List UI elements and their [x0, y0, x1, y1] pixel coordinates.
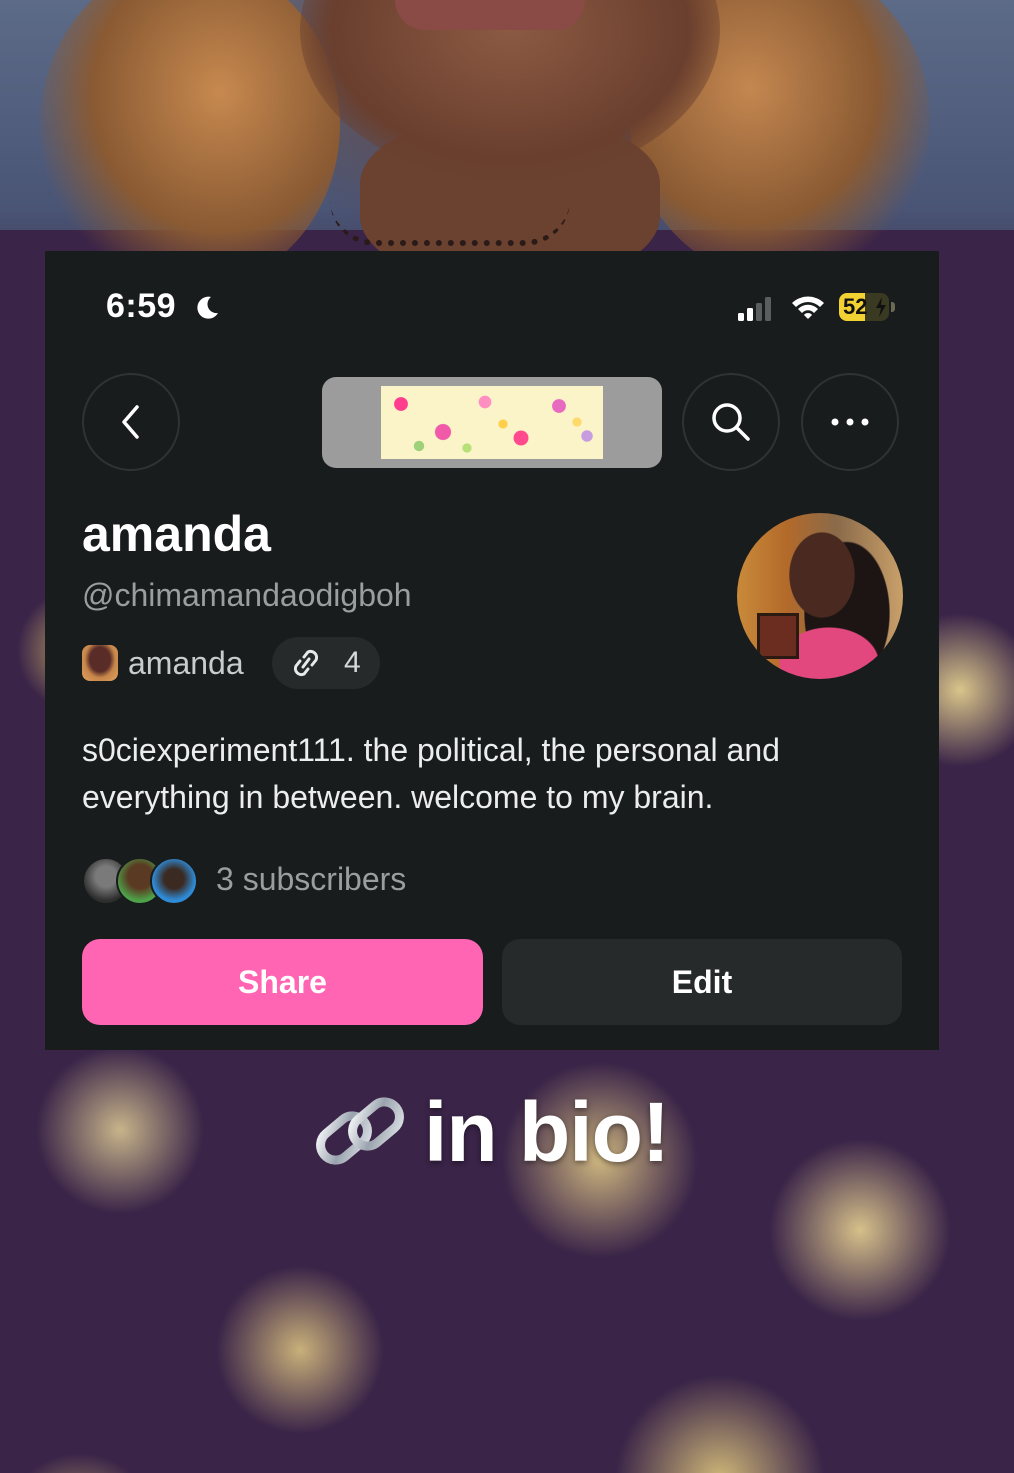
status-time: 6:59 [106, 287, 177, 325]
subscriber-count[interactable]: 3 subscribers [216, 861, 406, 898]
background-choker [330, 200, 570, 246]
wifi-icon [792, 296, 824, 319]
profile-name: amanda [82, 506, 271, 562]
ellipsis-icon [831, 418, 869, 426]
battery-icon: 52 [839, 293, 897, 321]
moon-icon [197, 296, 218, 319]
chain-link-icon [316, 1097, 404, 1165]
charging-bolt-icon [876, 297, 886, 317]
avatar-background-frame [757, 613, 799, 659]
link-icon [293, 649, 319, 677]
profile-banner-thumbnail[interactable] [322, 377, 662, 468]
links-count: 4 [344, 646, 361, 679]
search-button[interactable] [682, 373, 780, 471]
back-button[interactable] [82, 373, 180, 471]
signal-icon [738, 297, 771, 321]
caption-text: in bio! [424, 1084, 670, 1179]
edit-button[interactable]: Edit [502, 939, 902, 1025]
battery-level: 52 [843, 294, 868, 319]
search-icon [712, 403, 750, 441]
more-options-button[interactable] [801, 373, 899, 471]
background-lips [395, 0, 585, 30]
profile-handle: @chimamandaodigboh [82, 577, 412, 613]
subscriber-avatar [150, 857, 198, 905]
profile-avatar[interactable] [737, 513, 903, 679]
caption-overlay: in bio! [310, 1082, 670, 1182]
links-button[interactable]: 4 [272, 637, 380, 689]
linked-account-avatar[interactable] [82, 645, 118, 681]
linked-account-name[interactable]: amanda [128, 645, 244, 682]
profile-bio: s0ciexperiment111. the political, the pe… [82, 732, 780, 815]
profile-screenshot-card: 6:59 52 amanda @chimamandaodigboh amanda… [45, 251, 939, 1050]
floral-banner-image [381, 386, 603, 459]
share-button[interactable]: Share [82, 939, 483, 1025]
chevron-left-icon [122, 405, 139, 439]
subscriber-avatars[interactable] [82, 857, 202, 905]
